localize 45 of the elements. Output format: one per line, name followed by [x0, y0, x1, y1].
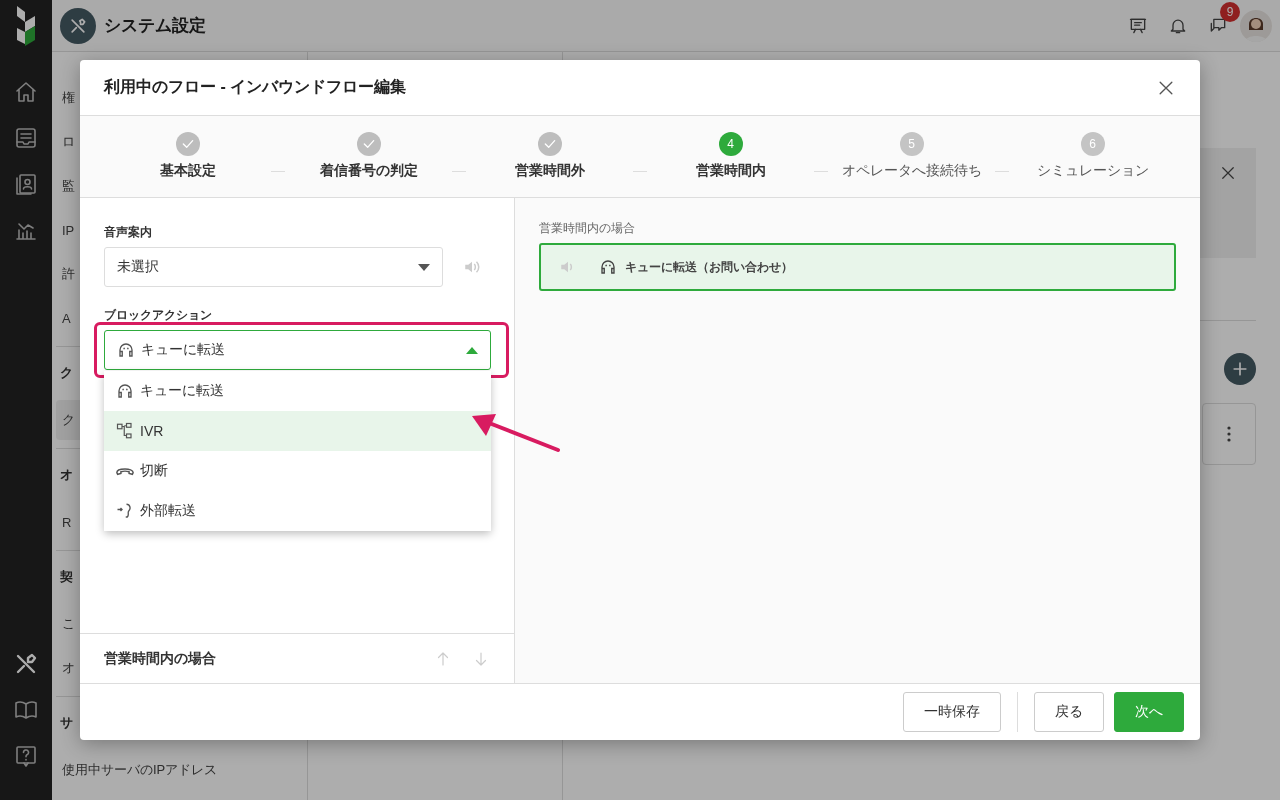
step-label: 営業時間外 [514, 162, 585, 180]
book-icon [14, 698, 38, 722]
footer-button[interactable]: 一時保存 [903, 692, 1001, 732]
field-label: 音声案内 [104, 224, 153, 241]
menu-option[interactable]: 外部転送 [104, 491, 491, 531]
more-icon[interactable] [1227, 426, 1231, 442]
hang-up-icon [116, 466, 134, 476]
nav-item[interactable]: 使用中サーバのIPアドレス [56, 750, 295, 790]
field-label: ブロックアクション [104, 307, 213, 324]
block-list-title: 営業時間内の場合 [104, 649, 216, 668]
notification-count: 9 [1220, 1, 1240, 22]
dialog-title: 利用中のフロー - インバウンドフロー編集 [104, 77, 407, 97]
inbox-icon [14, 126, 38, 150]
footer-button[interactable]: 戻る [1034, 692, 1104, 732]
step-label: 基本設定 [159, 162, 216, 180]
headset-icon [116, 382, 134, 400]
forward-call-icon [116, 502, 134, 520]
step-label: オペレータへ接続待ち [841, 162, 982, 180]
step-label: 着信番号の判定 [319, 162, 418, 180]
headset-icon [599, 258, 617, 276]
flow-block[interactable]: キューに転送（お問い合わせ） [539, 243, 1176, 291]
caret-icon [466, 346, 478, 354]
menu-option[interactable]: 切断 [104, 451, 491, 491]
home-icon [14, 80, 38, 104]
menu-option[interactable]: IVR [104, 411, 491, 451]
settings-badge-icon [60, 7, 96, 44]
page-title: システム設定 [104, 15, 206, 37]
help-icon [14, 744, 38, 768]
add-button[interactable] [1224, 353, 1256, 385]
block-action-select[interactable]: キューに転送 [104, 330, 491, 370]
tools-icon [14, 652, 38, 676]
close-icon [1219, 164, 1237, 182]
voice-guide-select[interactable]: 未選択 [104, 247, 443, 287]
contact-icon [14, 172, 38, 196]
caret-icon [418, 263, 430, 271]
menu-option[interactable]: キューに転送 [104, 371, 491, 411]
step-indicator: 4 [718, 132, 743, 156]
step-label: シミュレーション [1036, 162, 1149, 180]
branch-icon [116, 422, 134, 440]
step-indicator: 6 [1080, 132, 1105, 156]
preview-label: 営業時間内の場合 [539, 220, 636, 237]
step-label: 営業時間内 [695, 162, 766, 180]
headset-icon [117, 341, 135, 359]
step-indicator: 5 [899, 132, 924, 156]
block-text: キューに転送（お問い合わせ） [625, 258, 793, 276]
